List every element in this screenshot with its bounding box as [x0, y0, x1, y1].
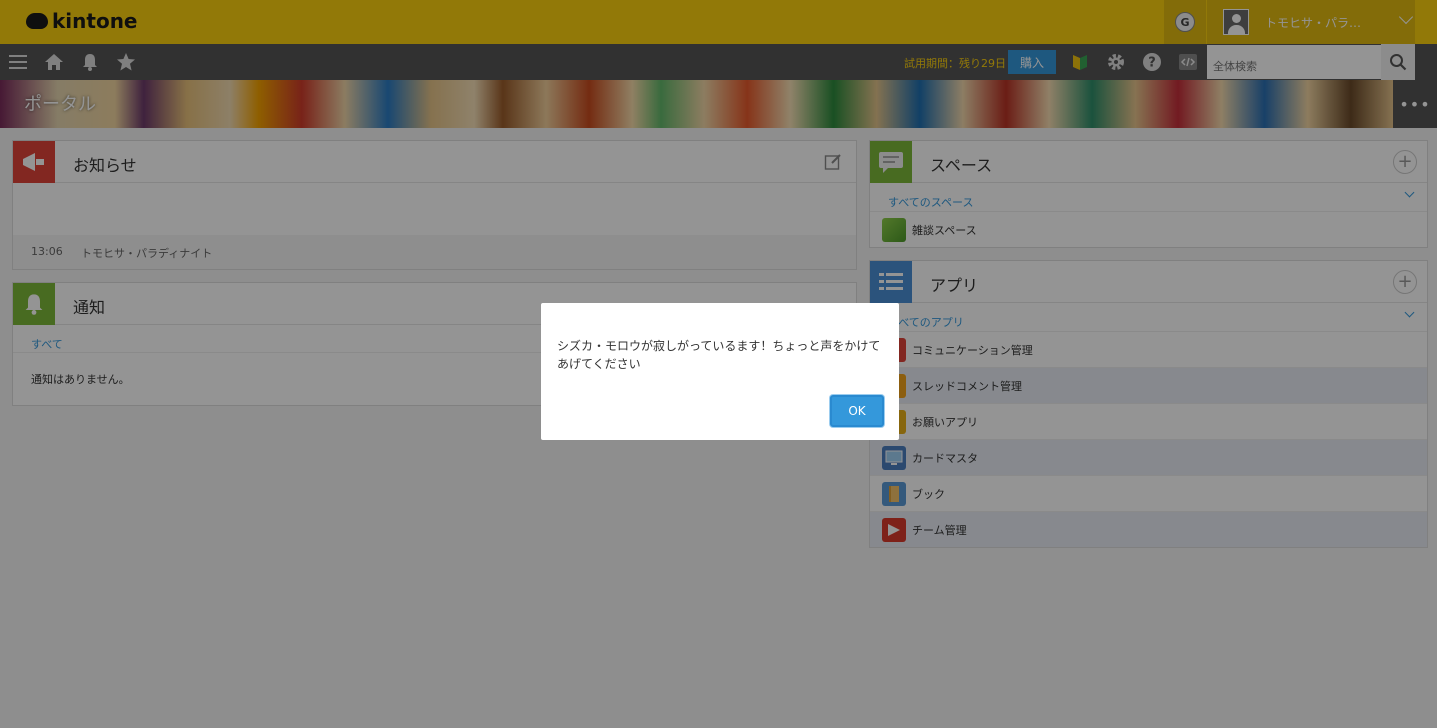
dialog-message: シズカ・モロウが寂しがっているます！ちょっと声をかけてあげてください: [557, 339, 881, 371]
ok-button[interactable]: OK: [830, 395, 884, 427]
alert-dialog: シズカ・モロウが寂しがっているます！ちょっと声をかけてあげてください OK: [541, 303, 899, 440]
